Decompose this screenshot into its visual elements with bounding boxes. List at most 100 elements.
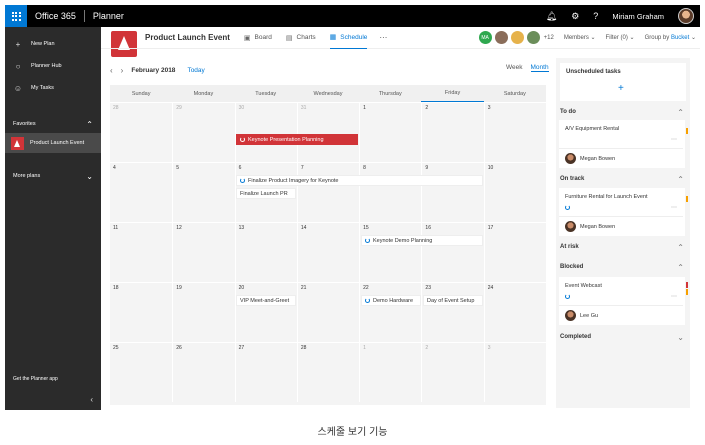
avatar[interactable]: MA [478,31,492,44]
suite-name[interactable]: Office 365 [35,11,76,21]
tab-board[interactable]: ▣ Board [244,27,272,49]
calendar-day[interactable]: 8 [359,163,421,222]
task-keynote-demo-planning[interactable]: Keynote Demo Planning [361,235,483,246]
calendar-day[interactable]: 2 [421,103,483,162]
calendar-day[interactable]: 27 [234,343,297,402]
user-name[interactable]: Miriam Graham [612,12,664,21]
more-options-icon[interactable]: ⋯ [671,136,677,143]
collapse-sidebar-icon[interactable]: ‹ [90,395,93,404]
sidebar-item-label: My Tasks [31,85,54,91]
calendar-day[interactable]: 5 [172,163,234,222]
calendar-day[interactable]: 1 [359,103,421,162]
bucket-on-track[interactable]: On track ⌃ [556,170,690,188]
chevron-left-icon[interactable]: ‹ [110,66,113,75]
calendar-day[interactable]: 25 [110,343,172,402]
bucket-label: To do [560,109,576,115]
calendar-day[interactable]: 11 [110,223,172,282]
day-number: 31 [300,105,307,111]
tab-schedule[interactable]: ▦ Schedule [329,27,368,49]
day-number: 17 [487,225,494,231]
task-demo-hardware[interactable]: Demo Hardware [361,295,421,306]
calendar-day[interactable]: 31 [296,103,359,162]
calendar-day[interactable]: 1 [359,343,421,402]
day-number: 1 [363,345,366,351]
add-task-icon[interactable]: + [618,83,624,94]
calendar-day[interactable]: 23 [421,283,483,342]
calendar-day[interactable]: 18 [110,283,172,342]
bucket-at-risk[interactable]: At risk ⌃ [556,237,690,257]
sidebar-item-favorite-plan[interactable]: Product Launch Event [5,133,101,153]
chevron-right-icon[interactable]: › [121,66,124,75]
calendar-day[interactable]: 4 [110,163,172,222]
plan-title[interactable]: Product Launch Event [145,33,230,42]
task-day-of-event-setup[interactable]: Day of Event Setup [423,295,483,306]
unscheduled-title: Unscheduled tasks [566,69,621,75]
task-vip-meet-and-greet[interactable]: VIP Meet-and-Greet [236,295,296,306]
sidebar-item-new-plan[interactable]: + New Plan [5,33,101,55]
calendar-day[interactable]: 26 [172,343,234,402]
extra-members-count[interactable]: +12 [544,35,554,41]
calendar-day[interactable]: 10 [483,163,546,222]
task-card-av-equipment[interactable]: A/V Equipment Rental ⋯ Megan Bowen [559,120,688,168]
calendar-day[interactable]: 19 [172,283,234,342]
avatar[interactable] [526,31,540,44]
bell-icon[interactable]: 🔔︎ [546,11,557,22]
bucket-completed[interactable]: Completed ⌄ [556,327,690,347]
calendar-day[interactable]: 12 [172,223,234,282]
sidebar-item-my-tasks[interactable]: ☺ My Tasks [5,77,101,99]
progress-icon [565,294,570,299]
board-icon: ▣ [243,34,251,42]
more-options-icon[interactable]: ⋯ [671,293,677,300]
app-name[interactable]: Planner [93,11,124,21]
calendar-day[interactable]: 29 [172,103,234,162]
avatar [565,153,576,164]
calendar-day[interactable]: 15 [359,223,421,282]
day-number: 14 [300,225,307,231]
avatar[interactable] [510,31,524,44]
bucket-blocked[interactable]: Blocked ⌃ [556,257,690,277]
calendar-day[interactable]: 14 [296,223,359,282]
calendar-day[interactable]: 30 [234,103,297,162]
calendar-day[interactable]: 16 [421,223,483,282]
assignee-name: Megan Bowen [580,224,616,230]
tab-charts[interactable]: ▤ Charts [286,27,316,49]
task-finalize-product-imagery[interactable]: Finalize Product Imagery for Keynote [236,175,483,186]
month-view-button[interactable]: Month [530,64,549,72]
member-avatars[interactable]: MA +12 Members ⌄ Filter (0) ⌄ Group by B… [476,31,696,44]
calendar-day[interactable]: 21 [296,283,359,342]
filter-dropdown[interactable]: Filter (0) ⌄ [606,34,635,41]
avatar[interactable] [494,31,508,44]
task-card-event-webcast[interactable]: Event Webcast ⋯ Lee Gu [559,277,688,325]
calendar-day[interactable]: 22 [359,283,421,342]
sidebar-item-planner-hub[interactable]: ○ Planner Hub [5,55,101,77]
favorites-header[interactable]: Favorites ⌃ [5,115,101,133]
avatar[interactable] [678,8,694,24]
calendar-day[interactable]: 3 [483,103,546,162]
calendar-day[interactable]: 3 [483,343,546,402]
today-button[interactable]: Today [187,67,204,74]
members-dropdown[interactable]: Members ⌄ [564,34,596,41]
bucket-to-do[interactable]: To do ⌃ [556,104,690,120]
gear-icon[interactable]: ⚙ [571,11,579,22]
calendar-day[interactable]: 13 [234,223,297,282]
calendar-day[interactable]: 2 [421,343,483,402]
help-icon[interactable]: ? [593,11,598,21]
week-view-button[interactable]: Week [506,64,523,72]
group-by-dropdown[interactable]: Group by Bucket ⌄ [645,34,696,41]
calendar-day[interactable]: 17 [483,223,546,282]
more-plans-header[interactable]: More plans ⌄ [5,167,101,185]
calendar-day[interactable]: 7 [296,163,359,222]
calendar-day[interactable]: 24 [483,283,546,342]
calendar-day[interactable]: 20 [234,283,297,342]
calendar-day[interactable]: 9 [421,163,483,222]
get-app-link[interactable]: Get the Planner app [13,376,58,382]
app-launcher-icon[interactable] [5,5,27,27]
calendar-day[interactable]: 28 [296,343,359,402]
task-keynote-presentation-planning[interactable]: Keynote Presentation Planning [236,134,358,145]
more-options-icon[interactable]: ⋯ [671,204,677,211]
more-options-icon[interactable]: ⋯ [379,33,387,42]
task-card-furniture-rental[interactable]: Furniture Rental for Launch Event ⋯ Mega… [559,188,688,236]
task-finalize-launch-pr[interactable]: Finalize Launch PR [236,188,296,199]
calendar-day[interactable]: 28 [110,103,172,162]
chevron-up-icon: ⌃ [677,262,684,272]
